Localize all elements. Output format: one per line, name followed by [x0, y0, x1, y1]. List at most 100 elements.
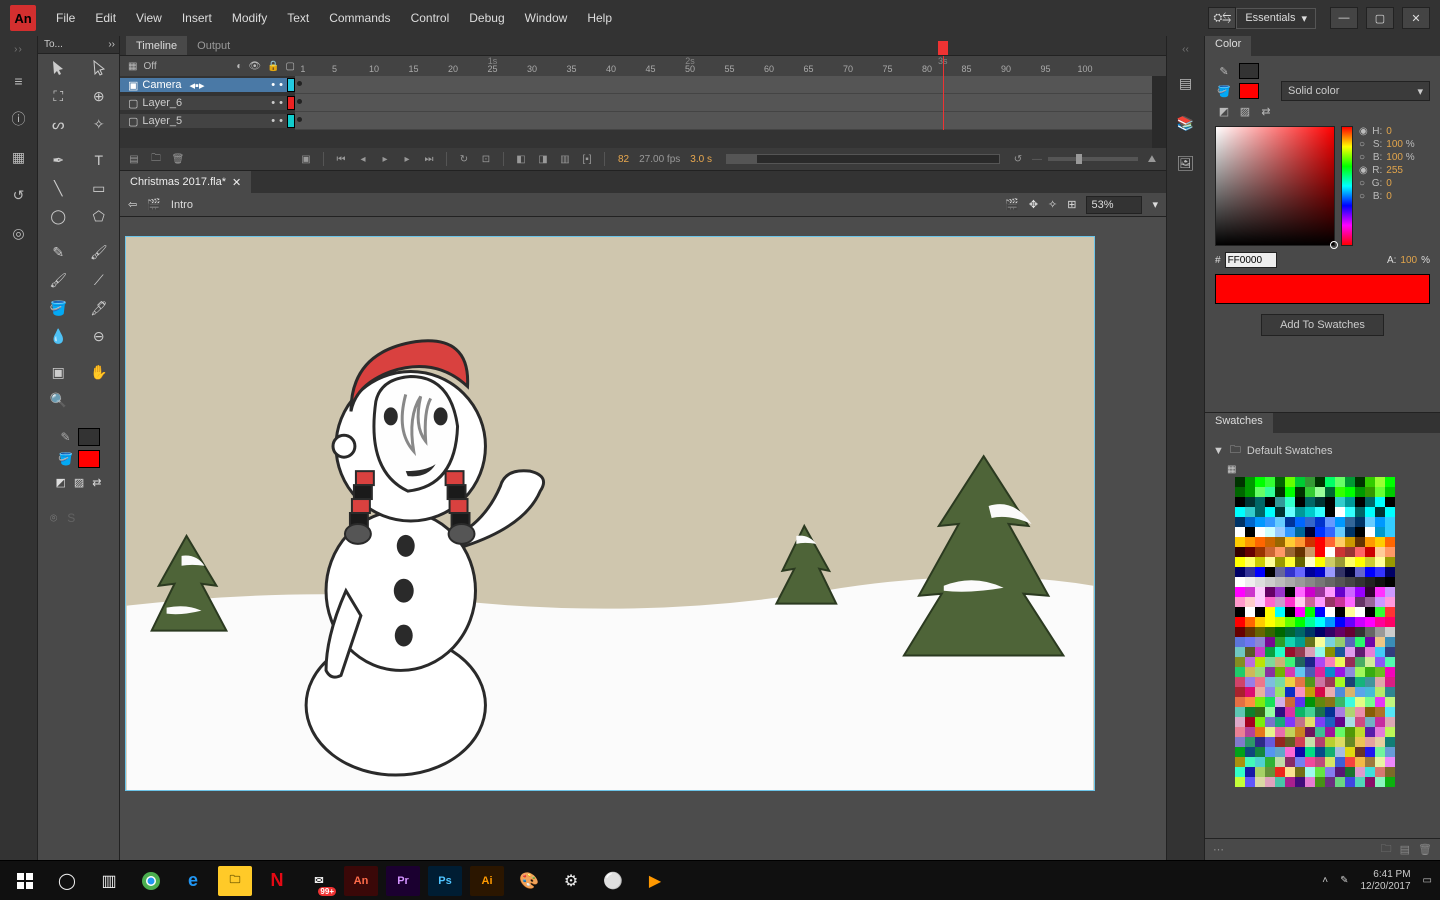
swatch[interactable]	[1365, 697, 1375, 707]
swatch[interactable]	[1355, 657, 1365, 667]
swatch[interactable]	[1305, 477, 1315, 487]
onion-skin-btn[interactable]: ◧	[513, 151, 529, 167]
swatch[interactable]	[1365, 777, 1375, 787]
swatch[interactable]	[1235, 747, 1245, 757]
swatch[interactable]	[1325, 707, 1335, 717]
swatch[interactable]	[1375, 617, 1385, 627]
swatch[interactable]	[1325, 647, 1335, 657]
swatch[interactable]	[1235, 487, 1245, 497]
swatch[interactable]	[1315, 557, 1325, 567]
swatch[interactable]	[1235, 497, 1245, 507]
swatch[interactable]	[1325, 667, 1335, 677]
swatch[interactable]	[1245, 747, 1255, 757]
swatch[interactable]	[1325, 737, 1335, 747]
swatch[interactable]	[1265, 567, 1275, 577]
swatch[interactable]	[1275, 707, 1285, 717]
swatch[interactable]	[1365, 607, 1375, 617]
swatch[interactable]	[1345, 697, 1355, 707]
play-icon[interactable]: ▸	[377, 151, 393, 167]
swatch[interactable]	[1335, 647, 1345, 657]
swatch[interactable]	[1325, 537, 1335, 547]
swatch[interactable]	[1275, 547, 1285, 557]
swatch[interactable]	[1295, 627, 1305, 637]
swatch[interactable]	[1325, 557, 1335, 567]
swatch[interactable]	[1255, 527, 1265, 537]
steam-icon[interactable]: ⚪	[596, 866, 630, 896]
swap-colors-icon[interactable]: ⇄	[92, 476, 101, 489]
swatch[interactable]	[1385, 747, 1395, 757]
swatch[interactable]	[1335, 777, 1345, 787]
free-transform-tool[interactable]: ⛶	[38, 82, 79, 110]
swatch[interactable]	[1245, 567, 1255, 577]
swatch[interactable]	[1305, 727, 1315, 737]
swatch[interactable]	[1325, 697, 1335, 707]
swatch[interactable]	[1265, 727, 1275, 737]
swatch[interactable]	[1275, 567, 1285, 577]
swatch[interactable]	[1325, 547, 1335, 557]
maximize-button[interactable]: ▢	[1366, 7, 1394, 29]
edit-scene-icon[interactable]: 🎬	[1005, 198, 1019, 211]
swatch[interactable]	[1305, 767, 1315, 777]
eraser-tool[interactable]: ⊖	[79, 322, 120, 350]
swatch[interactable]	[1335, 557, 1345, 567]
swatch[interactable]	[1315, 517, 1325, 527]
menu-commands[interactable]: Commands	[319, 7, 400, 29]
swatch[interactable]	[1245, 707, 1255, 717]
loop-icon[interactable]: ↻	[456, 151, 472, 167]
swatch[interactable]	[1255, 487, 1265, 497]
swatch[interactable]	[1245, 777, 1255, 787]
paint-brush-tool[interactable]: 🖌	[38, 266, 79, 294]
swatch[interactable]	[1345, 617, 1355, 627]
swatch[interactable]	[1295, 767, 1305, 777]
swatch[interactable]	[1325, 687, 1335, 697]
swatch[interactable]	[1335, 737, 1345, 747]
swatch[interactable]	[1385, 517, 1395, 527]
swatch[interactable]	[1255, 717, 1265, 727]
pen-tool[interactable]: ✒	[38, 146, 79, 174]
swatch[interactable]	[1245, 667, 1255, 677]
swatch[interactable]	[1345, 627, 1355, 637]
menu-control[interactable]: Control	[401, 7, 460, 29]
swatch[interactable]	[1285, 647, 1295, 657]
swatch[interactable]	[1325, 527, 1335, 537]
swatch[interactable]	[1275, 537, 1285, 547]
chrome-icon[interactable]	[134, 866, 168, 896]
swatch[interactable]	[1305, 657, 1315, 667]
swatch[interactable]	[1255, 517, 1265, 527]
current-frame-readout[interactable]: 82	[614, 154, 633, 165]
swatch[interactable]	[1325, 517, 1335, 527]
swatch[interactable]	[1325, 577, 1335, 587]
swatch[interactable]	[1355, 477, 1365, 487]
swatch[interactable]	[1355, 537, 1365, 547]
swatch[interactable]	[1345, 757, 1355, 767]
scene-name[interactable]: Intro	[171, 199, 193, 211]
swatch[interactable]	[1385, 737, 1395, 747]
illustrator-icon[interactable]: Ai	[470, 866, 504, 896]
timeline-vscroll[interactable]	[1152, 76, 1166, 148]
swatch[interactable]	[1315, 737, 1325, 747]
swatch[interactable]	[1365, 757, 1375, 767]
swatch[interactable]	[1365, 747, 1375, 757]
line-tool[interactable]: ╲	[38, 174, 79, 202]
no-color-icon[interactable]: ▨	[1236, 102, 1254, 120]
swatch[interactable]	[1375, 727, 1385, 737]
swatch[interactable]	[1365, 717, 1375, 727]
swatch[interactable]	[1315, 687, 1325, 697]
paint-icon[interactable]: 🎨	[512, 866, 546, 896]
no-color-icon[interactable]: ▨	[74, 476, 84, 489]
swatch[interactable]	[1275, 527, 1285, 537]
swatch[interactable]	[1315, 567, 1325, 577]
swatch[interactable]	[1365, 547, 1375, 557]
swatch[interactable]	[1295, 567, 1305, 577]
swatch[interactable]	[1365, 527, 1375, 537]
swatch[interactable]	[1385, 547, 1395, 557]
swatch[interactable]	[1255, 477, 1265, 487]
swatch[interactable]	[1305, 737, 1315, 747]
swatch[interactable]	[1245, 717, 1255, 727]
swatch[interactable]	[1255, 777, 1265, 787]
swatch[interactable]	[1265, 557, 1275, 567]
swatch[interactable]	[1345, 487, 1355, 497]
swatch[interactable]	[1245, 737, 1255, 747]
fill-swatch[interactable]	[1239, 83, 1259, 99]
swatch[interactable]	[1255, 587, 1265, 597]
